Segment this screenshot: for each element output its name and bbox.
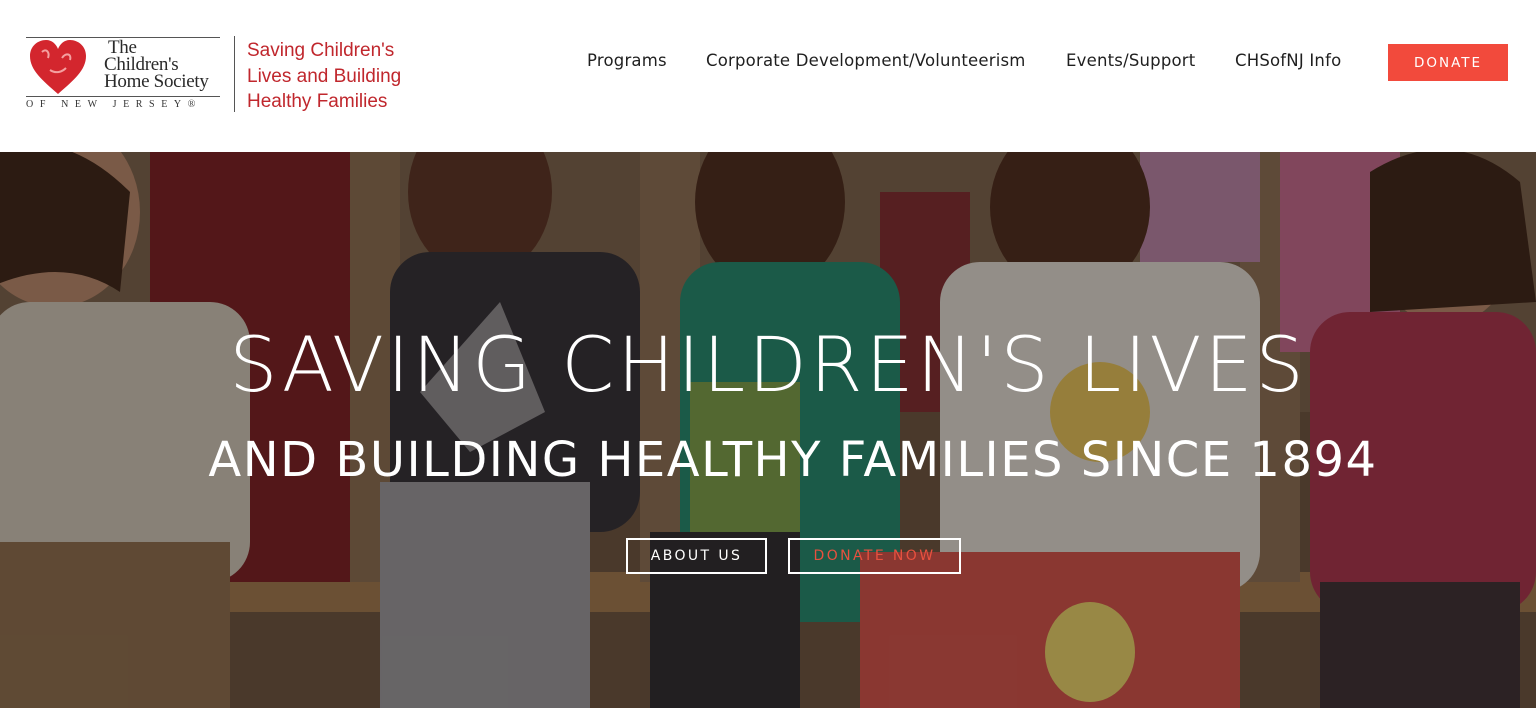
logo-tagline: Saving Children's Lives and Building Hea… xyxy=(247,38,427,115)
nav-programs[interactable]: Programs xyxy=(587,51,667,73)
site-logo[interactable]: The Children's Home Society OF NEW JERSE… xyxy=(26,34,426,116)
hero-section: SAVING CHILDREN'S LIVES AND BUILDING HEA… xyxy=(0,152,1536,708)
tagline-line-1: Saving Children's xyxy=(247,40,395,61)
heart-logo-icon xyxy=(30,40,86,94)
donate-now-button[interactable]: DONATE NOW xyxy=(788,538,961,574)
about-us-button[interactable]: ABOUT US xyxy=(626,538,767,574)
logo-rule-bottom xyxy=(26,96,220,97)
donate-button[interactable]: DONATE xyxy=(1388,44,1508,81)
nav-chsofnj-info[interactable]: CHSofNJ Info xyxy=(1235,51,1341,73)
hero-title: SAVING CHILDREN'S LIVES xyxy=(229,320,1307,409)
nav-corporate-development[interactable]: Corporate Development/Volunteerism xyxy=(706,51,1026,73)
logo-state: OF NEW JERSEY® xyxy=(26,99,202,110)
logo-name: The Children's Home Society xyxy=(104,38,224,92)
nav-events-support[interactable]: Events/Support xyxy=(1066,51,1195,73)
logo-divider xyxy=(234,36,235,112)
hero-subtitle: AND BUILDING HEALTHY FAMILIES SINCE 1894 xyxy=(208,432,1378,488)
tagline-line-2: Lives and Building xyxy=(247,65,402,87)
tagline-line-3: Healthy Families xyxy=(247,91,388,112)
logo-name-line-3: Home Society xyxy=(104,71,209,92)
site-header: The Children's Home Society OF NEW JERSE… xyxy=(0,0,1536,152)
